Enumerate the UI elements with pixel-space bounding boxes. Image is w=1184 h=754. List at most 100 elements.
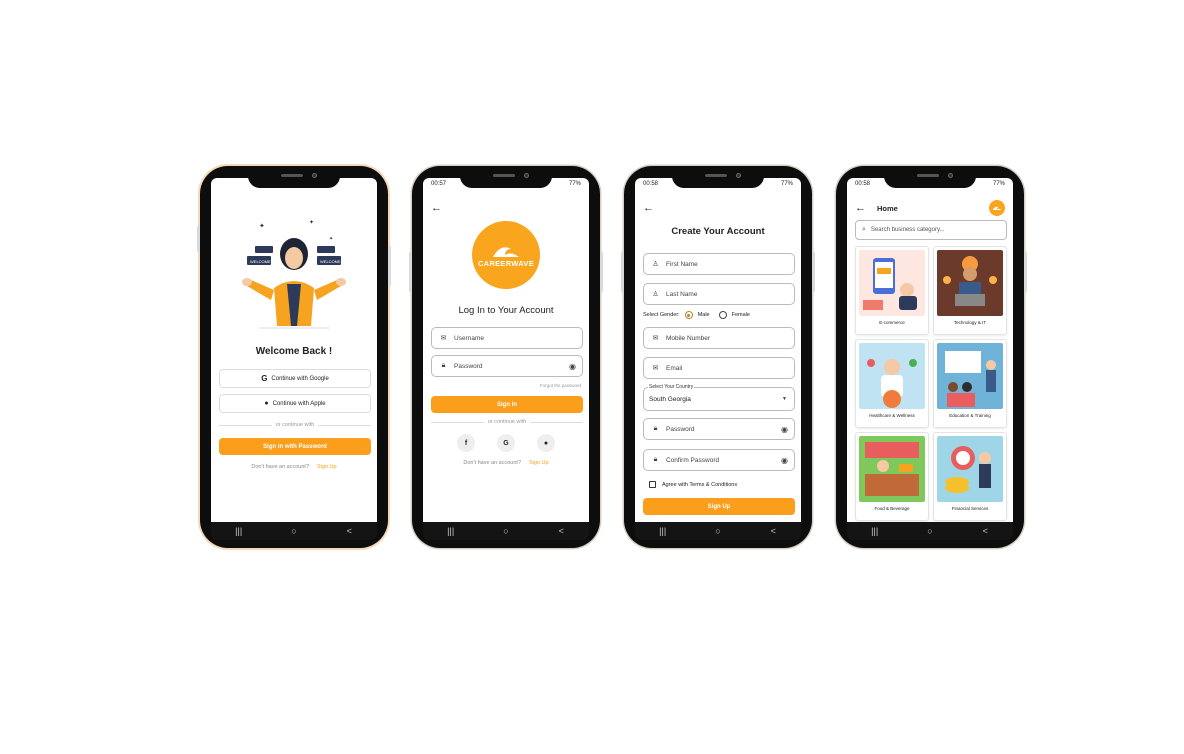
power-button <box>812 252 815 292</box>
sign-in-password-button[interactable]: Sign in with Password <box>219 438 371 455</box>
category-label: Technology & IT <box>953 320 987 325</box>
category-card-ecommerce[interactable]: E-commerce <box>855 246 929 335</box>
profile-avatar[interactable] <box>989 200 1005 216</box>
back-arrow-icon[interactable]: ← <box>431 202 442 214</box>
username-input[interactable]: ✉ Username <box>431 327 583 349</box>
screen-home: 00:58 77% ← Home ⌕ Search business catego… <box>847 178 1013 522</box>
welcome-bubble-right: WELCOME <box>320 259 341 264</box>
last-name-input[interactable]: ♙ Last Name <box>643 283 795 305</box>
status-time: 00:58 <box>643 181 659 187</box>
careerwave-logo: CAREERWAVE <box>472 221 540 289</box>
technology-illustration <box>937 250 1003 316</box>
no-account-text: Don't have an account? <box>251 464 310 470</box>
category-card-education[interactable]: Education & Training <box>933 339 1007 428</box>
email-placeholder: Email <box>666 364 683 372</box>
mail-icon: ✉ <box>440 335 447 342</box>
volume-button <box>409 252 412 292</box>
google-button[interactable]: G <box>497 434 515 452</box>
back-arrow-icon[interactable]: ← <box>855 202 866 214</box>
category-label: Food & Beverage <box>874 506 910 511</box>
recent-apps-icon[interactable]: ||| <box>441 526 461 536</box>
category-card-financial[interactable]: Financial Services <box>933 432 1007 521</box>
country-value: South Georgia <box>649 395 691 403</box>
volume-button <box>197 226 200 252</box>
healthcare-illustration <box>859 343 925 409</box>
android-nav-bar: ||| ○ < <box>847 522 1013 540</box>
wave-icon <box>493 246 519 257</box>
svg-text:✦: ✦ <box>329 236 333 242</box>
back-icon[interactable]: < <box>339 526 359 536</box>
home-icon[interactable]: ○ <box>496 526 516 536</box>
male-radio[interactable] <box>684 311 693 319</box>
category-label: Education & Training <box>949 413 991 418</box>
facebook-button[interactable]: f <box>457 434 475 452</box>
back-icon[interactable]: < <box>551 526 571 536</box>
forgot-password-link[interactable]: Forgot the password <box>540 383 581 388</box>
wave-icon <box>992 206 1002 210</box>
home-icon[interactable]: ○ <box>284 526 304 536</box>
education-illustration <box>937 343 1003 409</box>
category-label: Healthcare & Wellness <box>869 413 915 418</box>
register-title: Create Your Account <box>671 226 765 237</box>
search-bar[interactable]: ⌕ Search business category... <box>855 220 1007 240</box>
status-battery: 77% <box>780 181 793 187</box>
recent-apps-icon[interactable]: ||| <box>653 526 673 536</box>
category-card-food[interactable]: Food & Beverage <box>855 432 929 521</box>
category-card-healthcare[interactable]: Healthcare & Wellness <box>855 339 929 428</box>
home-icon[interactable]: ○ <box>920 526 940 536</box>
lock-icon: 🔒︎ <box>653 456 658 463</box>
phone-welcome: ✦ ✦ ✦ WELCOME WELCOME Welcome Back ! G C… <box>197 166 391 548</box>
female-radio[interactable] <box>718 311 727 319</box>
status-time: 00:58 <box>855 181 871 187</box>
eye-icon[interactable]: ◉ <box>569 362 576 371</box>
terms-checkbox[interactable] <box>649 481 656 488</box>
android-nav-bar: ||| ○ < <box>423 522 589 540</box>
person-icon: ♙ <box>652 261 659 268</box>
logo-text: CAREERWAVE <box>477 258 535 268</box>
sign-up-link[interactable]: Sign Up <box>317 464 337 470</box>
dropdown-arrow-icon: ▼ <box>782 396 787 402</box>
first-name-input[interactable]: ♙ First Name <box>643 253 795 275</box>
country-label: Select Your Country <box>648 384 695 390</box>
eye-icon[interactable]: ◉ <box>781 456 788 465</box>
screen-login: 00:57 77% ← CAREERWAVE Log In to Your Acc… <box>423 178 589 522</box>
android-nav-bar: ||| ○ < <box>211 522 377 540</box>
confirm-password-input[interactable]: 🔒︎ Confirm Password ◉ <box>643 449 795 471</box>
sign-up-button[interactable]: Sign Up <box>643 498 795 515</box>
eye-icon[interactable]: ◉ <box>781 425 788 434</box>
home-icon[interactable]: ○ <box>708 526 728 536</box>
category-card-technology[interactable]: Technology & IT <box>933 246 1007 335</box>
sign-in-button[interactable]: Sign In <box>431 396 583 413</box>
password-placeholder: Password <box>666 425 695 433</box>
status-battery: 77% <box>992 181 1005 187</box>
continue-apple-button[interactable]: ● Continue with Apple <box>219 394 371 413</box>
password-input[interactable]: 🔒︎ Password ◉ <box>643 418 795 440</box>
mobile-number-input[interactable]: ✉ Mobile Number <box>643 327 795 349</box>
apple-button[interactable]: ● <box>537 434 555 452</box>
camera-notch <box>460 166 552 188</box>
category-grid: E-commerce Technology & IT Healthcare & … <box>855 246 1007 521</box>
country-select[interactable]: Select Your Country South Georgia ▼ <box>643 384 795 411</box>
financial-illustration <box>937 436 1003 502</box>
continue-google-button[interactable]: G Continue with Google <box>219 369 371 388</box>
camera-notch <box>884 166 976 188</box>
back-arrow-icon[interactable]: ← <box>643 202 654 214</box>
male-label: Male <box>697 312 710 318</box>
back-icon[interactable]: < <box>975 526 995 536</box>
mail-icon: ✉ <box>652 335 659 342</box>
password-input[interactable]: 🔒︎ Password ◉ <box>431 355 583 377</box>
sign-up-link[interactable]: Sign Up <box>529 460 549 466</box>
home-title: Home <box>877 204 898 213</box>
mockup-stage: ✦ ✦ ✦ WELCOME WELCOME Welcome Back ! G C… <box>0 0 1184 754</box>
or-divider: or continue with <box>431 419 583 425</box>
signup-prompt: Don't have an account? Sign Up <box>211 464 377 470</box>
email-input[interactable]: ✉ Email <box>643 357 795 379</box>
recent-apps-icon[interactable]: ||| <box>865 526 885 536</box>
recent-apps-icon[interactable]: ||| <box>229 526 249 536</box>
lock-icon: 🔒︎ <box>441 362 446 369</box>
back-icon[interactable]: < <box>763 526 783 536</box>
lock-icon: 🔒︎ <box>653 425 658 432</box>
camera-notch <box>672 166 764 188</box>
or-divider-label: or continue with <box>275 422 315 428</box>
no-account-text: Don't have an account? <box>463 460 522 466</box>
